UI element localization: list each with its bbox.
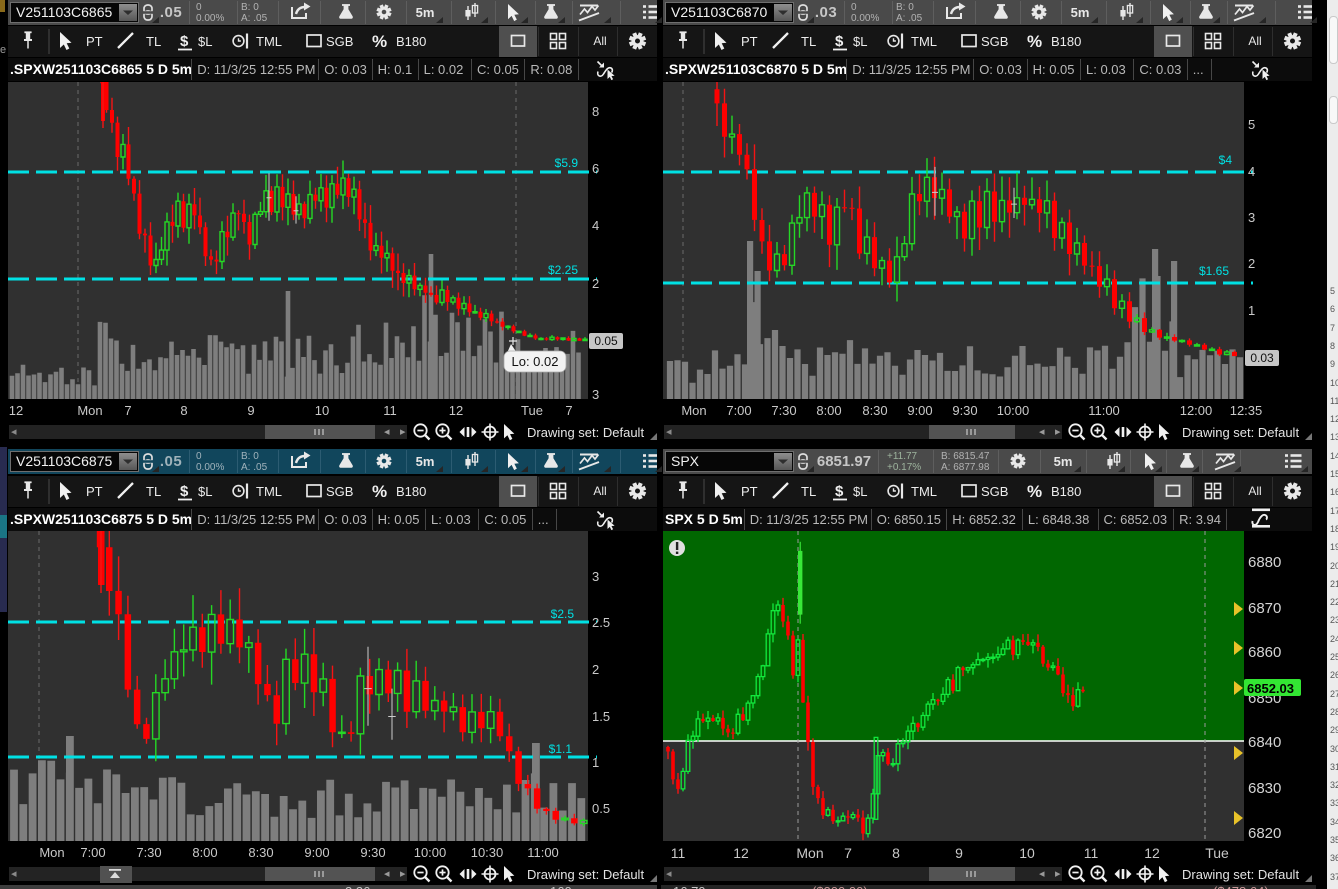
svg-text:2: 2 xyxy=(592,276,599,291)
svg-text:%: % xyxy=(1027,482,1042,501)
svg-text:4: 4 xyxy=(1248,164,1255,179)
svg-text:3: 3 xyxy=(592,387,599,399)
svg-text:1: 1 xyxy=(592,755,599,770)
svg-text:2.5: 2.5 xyxy=(592,615,610,630)
svg-text:Lo: 0.02: Lo: 0.02 xyxy=(512,354,559,369)
svg-text:$: $ xyxy=(180,483,189,500)
svg-text:2: 2 xyxy=(1248,256,1255,271)
svg-text:3: 3 xyxy=(592,569,599,584)
svg-text:%: % xyxy=(372,32,387,51)
svg-text:$1.1: $1.1 xyxy=(549,742,573,756)
svg-text:8: 8 xyxy=(592,104,599,119)
svg-text:$2.5: $2.5 xyxy=(551,607,575,621)
svg-text:2: 2 xyxy=(592,662,599,677)
svg-text:%: % xyxy=(1027,32,1042,51)
svg-text:$: $ xyxy=(835,483,844,500)
svg-text:1: 1 xyxy=(1248,303,1255,318)
svg-text:6: 6 xyxy=(592,161,599,176)
svg-text:5: 5 xyxy=(1248,117,1255,132)
svg-text:%: % xyxy=(372,482,387,501)
svg-text:1.5: 1.5 xyxy=(592,709,610,724)
svg-text:0.05: 0.05 xyxy=(594,334,618,348)
svg-text:0.5: 0.5 xyxy=(592,801,610,816)
svg-text:0.03: 0.03 xyxy=(1250,351,1274,365)
svg-text:4: 4 xyxy=(592,218,599,233)
svg-text:$: $ xyxy=(180,33,189,50)
svg-text:$4: $4 xyxy=(1219,153,1233,167)
svg-text:$5.9: $5.9 xyxy=(555,156,579,170)
svg-text:$: $ xyxy=(835,33,844,50)
svg-text:$1.65: $1.65 xyxy=(1199,264,1229,278)
svg-text:3: 3 xyxy=(1248,210,1255,225)
svg-text:$2.25: $2.25 xyxy=(548,263,578,277)
